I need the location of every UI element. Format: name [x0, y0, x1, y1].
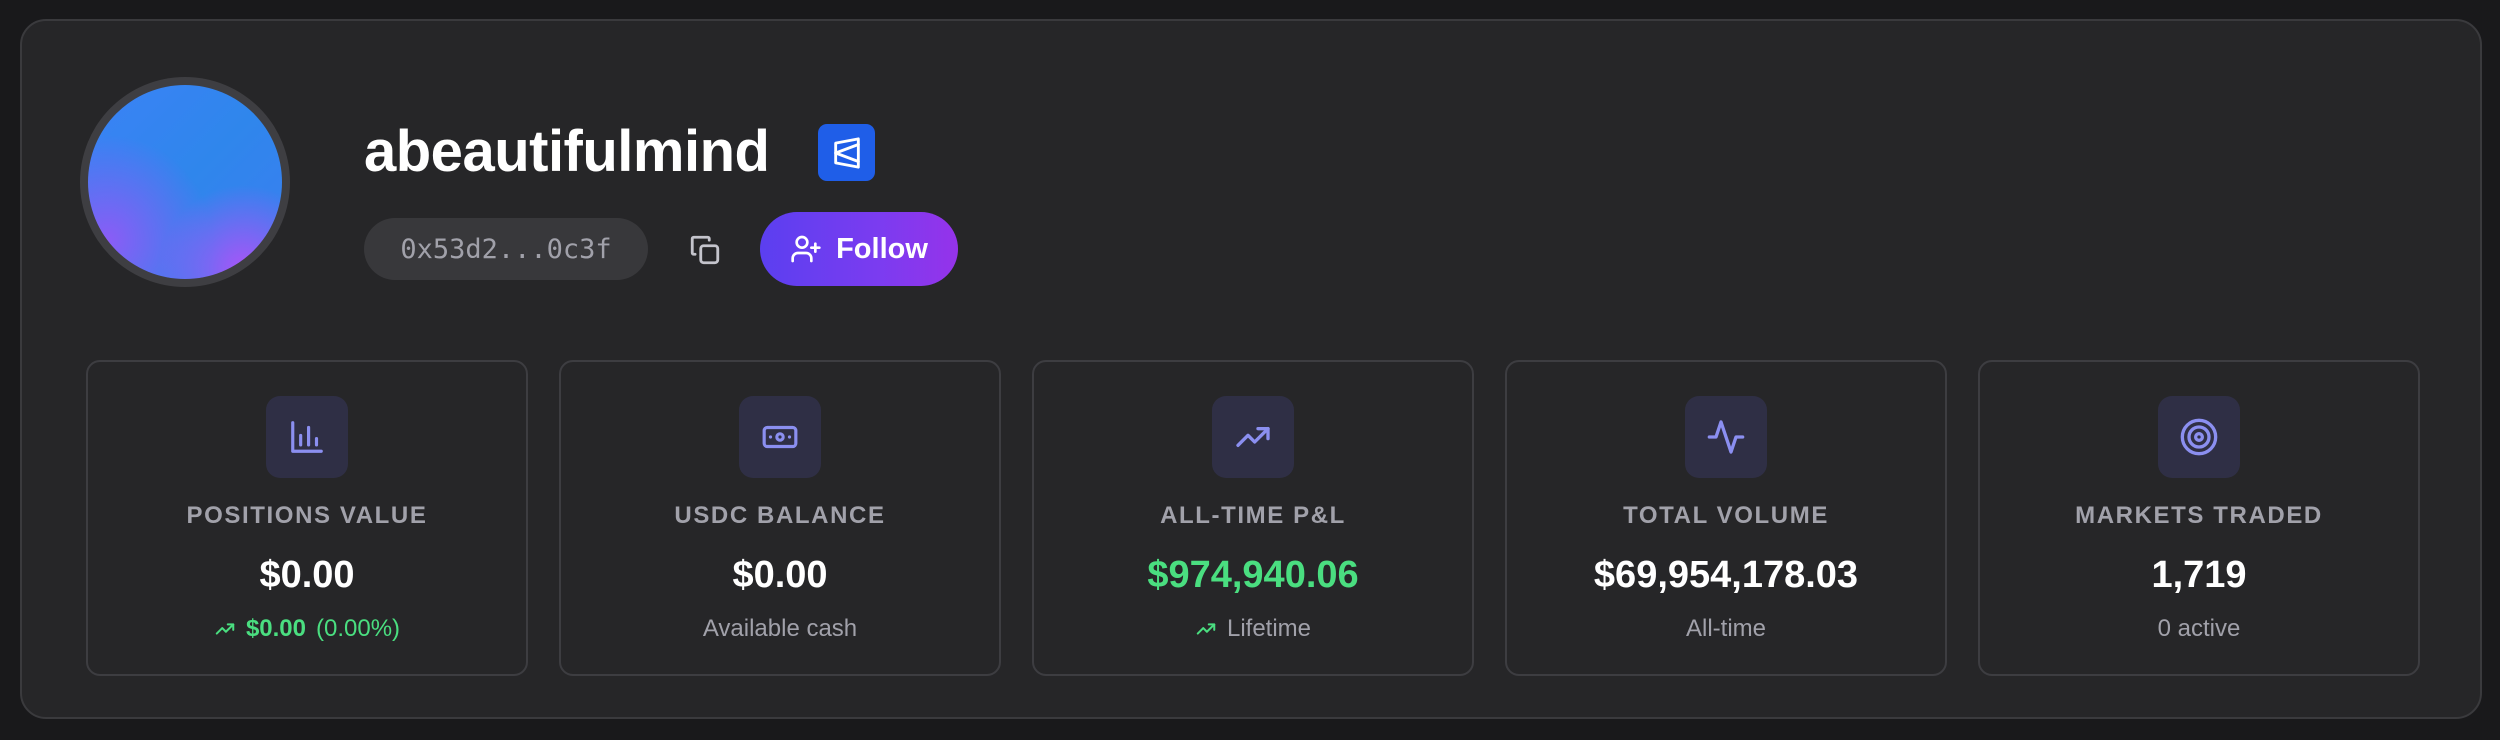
- copy-icon: [690, 235, 720, 265]
- profile-card: abeautifulmind 0x53d2...0c3f Follow POSI…: [20, 19, 2482, 719]
- follow-button[interactable]: Follow: [760, 212, 958, 286]
- verified-badge-icon: [818, 124, 875, 181]
- avatar-gradient: [88, 85, 282, 279]
- stat-sub: Available cash: [702, 615, 858, 642]
- stat-sub: $0.00 (0.00%): [88, 615, 526, 643]
- user-plus-icon: [791, 235, 821, 263]
- stat-value: $0.00: [732, 554, 828, 596]
- stat-value: $69,954,178.03: [1593, 554, 1859, 596]
- stat-label: POSITIONS VALUE: [186, 502, 428, 529]
- stat-sub: 0 active: [2157, 615, 2241, 642]
- banknote-icon: [739, 396, 821, 478]
- stat-label: TOTAL VOLUME: [1623, 502, 1829, 529]
- stat-markets-traded: MARKETS TRADED 1,719 0 active: [1978, 360, 2420, 676]
- stat-positions-value: POSITIONS VALUE $0.00 $0.00 (0.00%): [86, 360, 528, 676]
- stat-sub: Lifetime: [1034, 615, 1472, 643]
- trending-up-icon: [1212, 396, 1294, 478]
- follow-label: Follow: [836, 232, 928, 265]
- stat-total-volume: TOTAL VOLUME $69,954,178.03 All-time: [1505, 360, 1947, 676]
- stat-label: ALL-TIME P&L: [1160, 502, 1346, 529]
- trending-up-icon: [1196, 623, 1216, 635]
- positions-change-percent: (0.00%): [316, 615, 401, 642]
- stat-label: USDC BALANCE: [674, 502, 886, 529]
- username: abeautifulmind: [364, 119, 770, 184]
- copy-address-button[interactable]: [682, 227, 728, 273]
- bar-chart-icon: [266, 396, 348, 478]
- stat-usdc-balance: USDC BALANCE $0.00 Available cash: [559, 360, 1001, 676]
- activity-icon: [1685, 396, 1767, 478]
- stat-value: $974,940.06: [1147, 554, 1359, 596]
- stat-sub: All-time: [1685, 615, 1766, 642]
- positions-change-amount: $0.00: [245, 615, 306, 642]
- stat-all-time-pnl: ALL-TIME P&L $974,940.06 Lifetime: [1032, 360, 1474, 676]
- wallet-address: 0x53d2...0c3f: [364, 218, 648, 280]
- stat-label: MARKETS TRADED: [2075, 502, 2323, 529]
- pnl-sub-label: Lifetime: [1226, 615, 1312, 642]
- stat-value: 1,719: [2151, 554, 2247, 596]
- stat-value: $0.00: [259, 554, 355, 596]
- avatar: [80, 77, 290, 287]
- target-icon: [2158, 396, 2240, 478]
- trending-up-icon: [215, 623, 235, 635]
